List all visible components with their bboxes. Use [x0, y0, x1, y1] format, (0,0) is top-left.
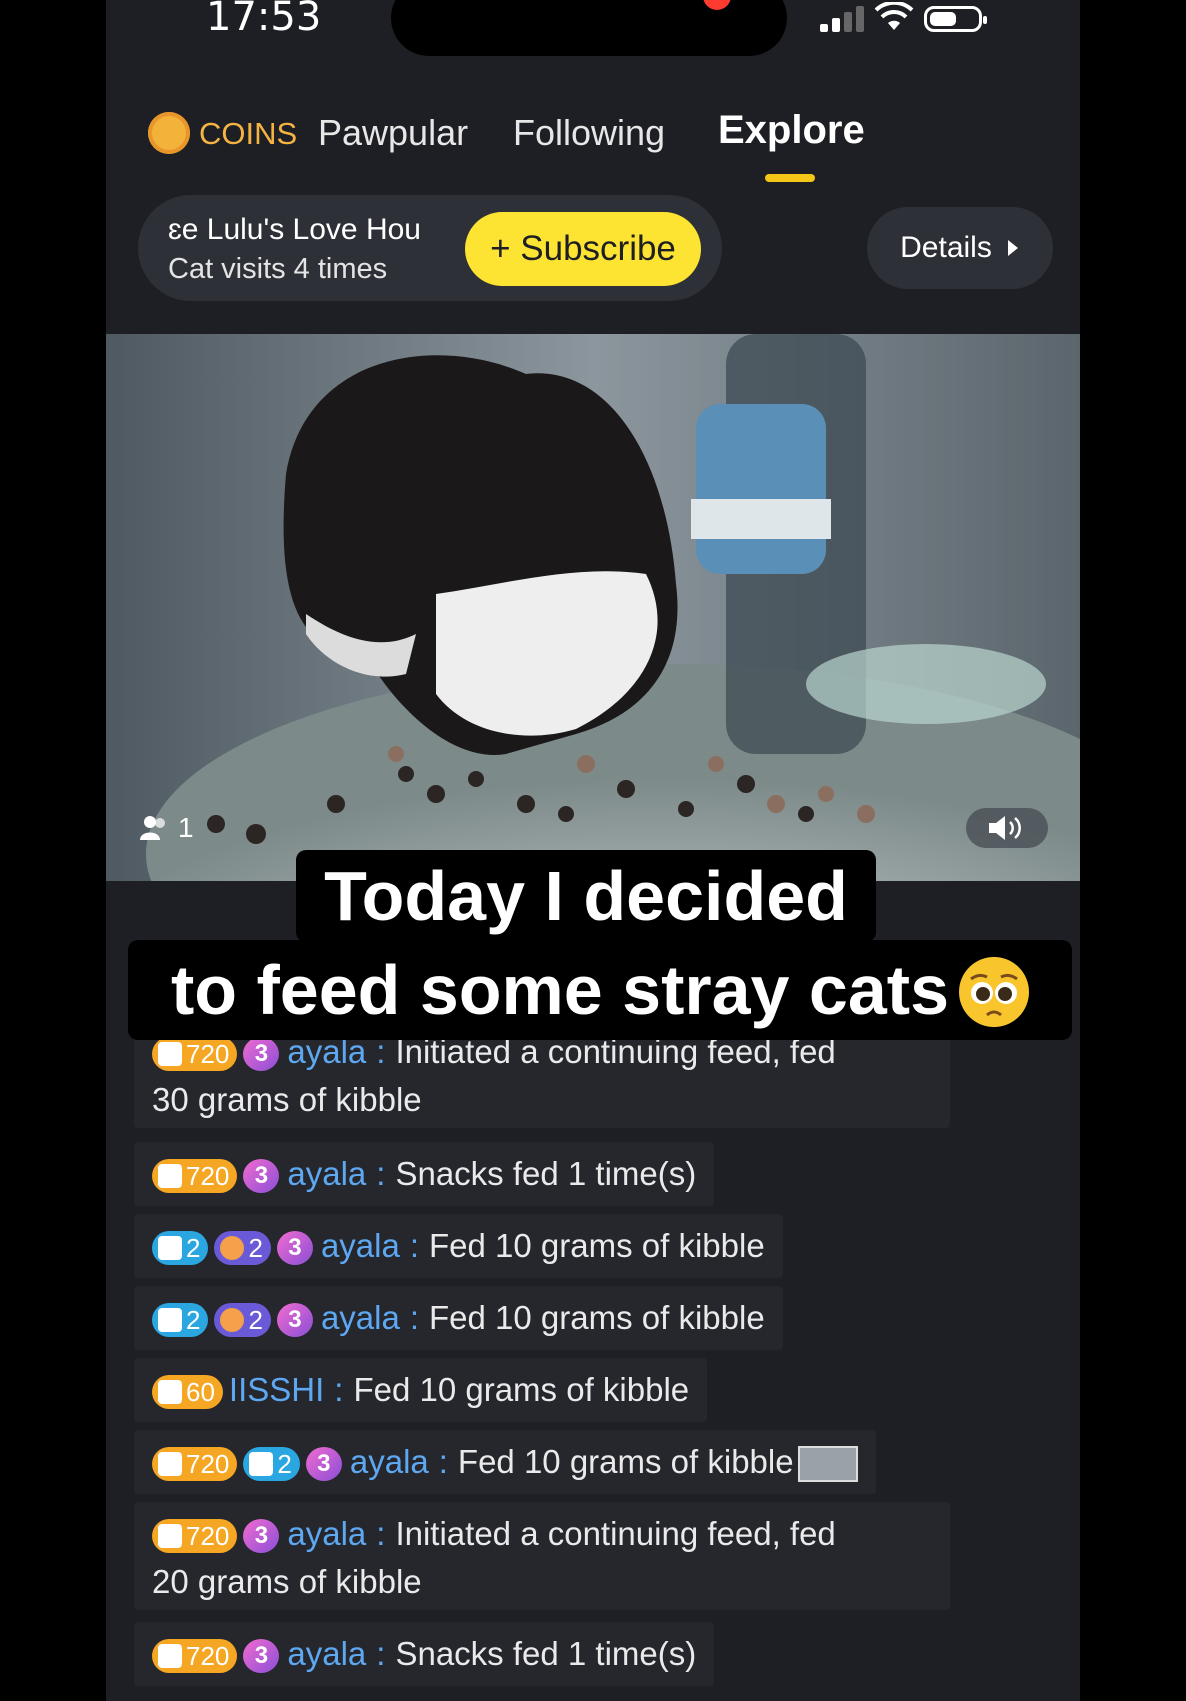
speaker-icon — [989, 816, 1021, 840]
level-icon: 3 — [243, 1037, 280, 1072]
active-tab-indicator — [765, 174, 815, 182]
level-icon: 3 — [276, 1303, 313, 1338]
viewer-count: 1 — [138, 812, 194, 844]
channel-visits: Cat visits 4 times — [168, 253, 388, 285]
coins-label[interactable]: COINS — [199, 116, 297, 152]
food-badge: 720 — [152, 1037, 238, 1072]
coin-icon[interactable] — [148, 112, 190, 154]
food-badge: 60 — [152, 1375, 223, 1410]
channel-info[interactable]: ɛe Lulu's Love Hou Cat visits 4 times + … — [138, 195, 722, 301]
recording-indicator-icon — [703, 0, 731, 10]
top-nav: COINS Pawpular Following Explore — [106, 108, 1080, 182]
status-icons — [820, 0, 987, 32]
feed-item: 720 3 ayala: Initiated a continuing feed, f… — [134, 1502, 950, 1610]
username[interactable]: ayala — [287, 1635, 366, 1672]
feed-text: Fed 10 grams of kibble — [429, 1299, 765, 1336]
username[interactable]: ayala — [287, 1515, 366, 1552]
feed-text: Fed 10 grams of kibble — [429, 1227, 765, 1264]
details-button[interactable]: Details — [867, 207, 1053, 289]
status-time: 17:53 — [206, 0, 322, 40]
phone-screen: 17:53 COINS Pawpular Following Explore ɛ… — [106, 0, 1080, 1701]
feed-item: 720 3 ayala: Snacks fed 1 time(s) — [134, 1142, 715, 1206]
level-icon: 3 — [243, 1159, 280, 1194]
cat-badge: 2 — [214, 1303, 271, 1338]
sound-button[interactable] — [966, 808, 1048, 848]
tab-following[interactable]: Following — [513, 112, 665, 154]
viewers-icon — [140, 816, 165, 840]
pleading-face-icon — [959, 956, 1030, 1027]
tab-explore[interactable]: Explore — [718, 108, 865, 153]
username[interactable]: ayala — [287, 1155, 366, 1192]
food-badge: 720 — [152, 1519, 238, 1554]
feed-item: 2 2 3 ayala: Fed 10 grams of kibble — [134, 1286, 783, 1350]
username[interactable]: IISSHI — [229, 1371, 324, 1408]
username[interactable]: ayala — [321, 1227, 400, 1264]
subscribe-button[interactable]: + Subscribe — [465, 212, 701, 286]
live-video[interactable]: 1 — [106, 334, 1080, 881]
battery-icon — [924, 6, 987, 32]
feed-item: 60 IISSHI: Fed 10 grams of kibble — [134, 1358, 708, 1422]
feed-text: Initiated a continuing feed, fed — [395, 1515, 836, 1552]
caption-line-2: to feed some stray cats — [128, 940, 1072, 1040]
milk-badge: 2 — [152, 1231, 209, 1266]
tab-pawpular[interactable]: Pawpular — [318, 112, 468, 154]
feed-item: 2 2 3 ayala: Fed 10 grams of kibble — [134, 1214, 783, 1278]
cat-badge: 2 — [214, 1231, 271, 1266]
feed-text-cont: 30 grams of kibble — [152, 1081, 422, 1118]
feed-text: Snacks fed 1 time(s) — [395, 1635, 697, 1672]
chevron-right-icon — [1007, 240, 1018, 256]
food-badge: 720 — [152, 1447, 238, 1482]
cat-camera-feed-image — [106, 334, 1080, 881]
feed-item: 720 3 ayala: Snacks fed 1 time(s) — [134, 1622, 715, 1686]
food-badge: 720 — [152, 1639, 238, 1674]
level-icon: 3 — [243, 1639, 280, 1674]
dynamic-island — [391, 0, 787, 56]
feed-text: Snacks fed 1 time(s) — [395, 1155, 697, 1192]
wifi-icon — [874, 2, 914, 30]
level-icon: 3 — [305, 1447, 342, 1482]
level-icon: 3 — [243, 1519, 280, 1554]
username[interactable]: ayala — [350, 1443, 429, 1480]
video-thumbnail-icon[interactable] — [797, 1446, 858, 1483]
details-label: Details — [900, 231, 992, 264]
level-icon: 3 — [276, 1231, 313, 1266]
feed-text: Fed 10 grams of kibble — [457, 1443, 794, 1480]
feed-item: 720 2 3 ayala: Fed 10 grams of kibble — [134, 1430, 876, 1494]
milk-badge: 2 — [243, 1447, 300, 1482]
feed-text: Fed 10 grams of kibble — [353, 1371, 690, 1408]
username[interactable]: ayala — [321, 1299, 400, 1336]
signal-icon — [820, 4, 864, 32]
caption-line-2-text: to feed some stray cats — [170, 951, 950, 1029]
channel-name: ɛe Lulu's Love Hou — [168, 213, 421, 246]
milk-badge: 2 — [152, 1303, 209, 1338]
feed-text-cont: 20 grams of kibble — [152, 1563, 422, 1600]
food-badge: 720 — [152, 1159, 238, 1194]
caption-line-1: Today I decided — [296, 850, 876, 942]
viewer-count-label: 1 — [178, 812, 194, 843]
